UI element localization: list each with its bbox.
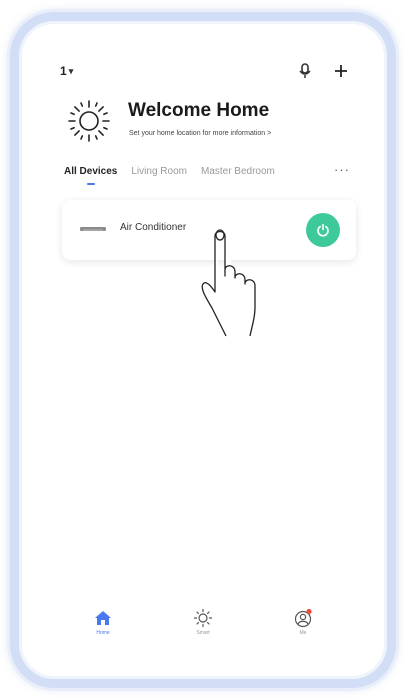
sun-icon (68, 100, 110, 142)
microphone-icon[interactable] (296, 62, 314, 80)
tab-label: Living Room (131, 166, 187, 177)
chevron-down-icon: ▾ (68, 65, 74, 76)
power-button[interactable] (306, 213, 340, 247)
screenshot-stage: 1 ▾ Welcome Home Set your home location … (0, 0, 406, 699)
nav-label: Smart (196, 630, 210, 636)
nav-home[interactable]: Home (78, 608, 128, 636)
tap-hand-icon (201, 229, 256, 337)
nav-label: Home (96, 630, 110, 636)
home-selector-label: 1 (60, 64, 67, 78)
tab-master-bedroom[interactable]: Master Bedroom (201, 166, 275, 177)
app-screen: 1 ▾ Welcome Home Set your home location … (40, 40, 366, 664)
tab-living-room[interactable]: Living Room (131, 166, 187, 177)
bottom-navigation: Home Smart Me (40, 608, 366, 658)
top-bar: 1 ▾ (60, 62, 350, 82)
home-icon (95, 611, 111, 625)
room-tabs: All Devices Living Room Master Bedroom ·… (64, 162, 354, 188)
more-tabs-button[interactable]: ··· (334, 162, 350, 177)
power-icon (317, 223, 329, 237)
page-title: Welcome Home (128, 100, 270, 121)
smart-sun-icon (193, 608, 213, 628)
nav-label: Me (299, 630, 307, 636)
air-conditioner-icon (80, 227, 106, 231)
plus-icon[interactable] (332, 62, 350, 80)
nav-me[interactable]: Me (278, 608, 328, 636)
notification-dot (306, 608, 312, 615)
tab-all-devices[interactable]: All Devices (64, 166, 118, 185)
location-prompt[interactable]: Set your home location for more informat… (129, 130, 271, 137)
welcome-header[interactable]: Welcome Home Set your home location for … (66, 96, 356, 146)
profile-icon (294, 608, 312, 628)
topbar-actions (296, 62, 350, 80)
home-selector[interactable]: 1 ▾ (60, 64, 73, 78)
nav-smart[interactable]: Smart (178, 608, 228, 636)
active-tab-indicator (86, 183, 95, 185)
device-name: Air Conditioner (120, 222, 187, 233)
tab-label: All Devices (64, 166, 118, 177)
tab-label: Master Bedroom (200, 166, 275, 177)
